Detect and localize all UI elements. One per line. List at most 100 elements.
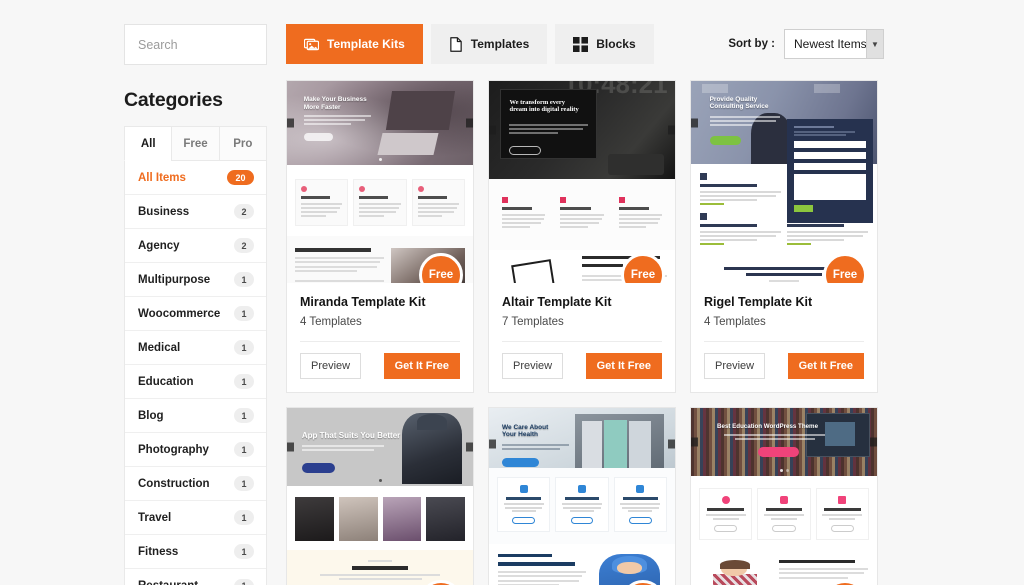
category-count: 1 xyxy=(234,374,254,389)
divider xyxy=(502,341,662,342)
sort-select-value: Newest Items xyxy=(794,37,867,51)
thumb-prev-arrow xyxy=(691,437,698,447)
category-label: Construction xyxy=(138,477,210,490)
category-label: Agency xyxy=(138,239,180,252)
card-thumbnail[interactable]: Make Your Business More Faster Free xyxy=(287,81,473,283)
thumb-hero: Best Education WordPress Theme xyxy=(691,408,877,476)
filter-tab-group: All Free Pro xyxy=(124,126,267,161)
thumb-hero-heading: Provide Quality Consulting Service xyxy=(709,95,769,111)
thumb-prev-arrow xyxy=(489,125,496,135)
search-box[interactable] xyxy=(124,24,315,65)
divider xyxy=(300,341,460,342)
thumb-prev-arrow xyxy=(287,118,294,128)
category-count: 1 xyxy=(234,476,254,491)
tab-blocks[interactable]: Blocks xyxy=(555,24,654,64)
category-count: 20 xyxy=(227,170,254,185)
get-it-free-button[interactable]: Get It Free xyxy=(585,353,662,379)
template-kit-card[interactable]: Make Your Business More Faster Free Mira… xyxy=(286,80,474,393)
thumb-hero: Make Your Business More Faster xyxy=(287,81,473,165)
thumb-hero: App That Suits You Better xyxy=(287,408,473,486)
category-count: 1 xyxy=(234,578,254,585)
template-library-page: Categories All Free Pro All Items 20 Bus… xyxy=(0,0,1024,585)
sort-control: Sort by : Newest Items ▼ xyxy=(728,24,884,64)
tab-templates-label: Templates xyxy=(470,37,530,51)
image-gallery-icon xyxy=(304,37,319,52)
divider xyxy=(704,341,864,342)
category-item-blog[interactable]: Blog 1 xyxy=(125,399,266,433)
category-label: Education xyxy=(138,375,194,388)
category-label: Restaurant xyxy=(138,580,198,585)
category-item-business[interactable]: Business 2 xyxy=(125,195,266,229)
get-it-free-button[interactable]: Get It Free xyxy=(383,353,460,379)
filter-tab-pro[interactable]: Pro xyxy=(218,126,267,161)
thumb-next-arrow xyxy=(668,439,675,449)
filter-tab-all[interactable]: All xyxy=(124,126,172,161)
category-item-restaurant[interactable]: Restaurant 1 xyxy=(125,569,266,585)
preview-button[interactable]: Preview xyxy=(704,353,766,379)
template-kit-card[interactable]: We Care About Your Health xyxy=(488,407,676,585)
thumb-hero-heading: Make Your Business More Faster xyxy=(303,96,367,111)
category-count: 1 xyxy=(234,306,254,321)
thumb-features xyxy=(489,179,675,250)
thumb-features xyxy=(287,165,473,236)
category-item-photography[interactable]: Photography 1 xyxy=(125,433,266,467)
category-count: 1 xyxy=(234,510,254,525)
card-actions: Preview Get It Free xyxy=(704,353,864,379)
category-label: Woocommerce xyxy=(138,307,221,320)
template-kit-card[interactable]: 10:48:21 We transform every dream into di… xyxy=(488,80,676,393)
category-item-all-items[interactable]: All Items 20 xyxy=(125,161,266,195)
tab-templates[interactable]: Templates xyxy=(430,24,548,64)
card-actions: Preview Get It Free xyxy=(300,353,460,379)
card-thumbnail[interactable]: App That Suits You Better xyxy=(287,408,473,585)
thumb-features xyxy=(691,476,877,552)
category-item-medical[interactable]: Medical 1 xyxy=(125,331,266,365)
template-kit-card[interactable]: Provide Quality Consulting Service Free … xyxy=(690,80,878,393)
filter-tab-free[interactable]: Free xyxy=(171,126,219,161)
template-kit-grid: Make Your Business More Faster Free Mira… xyxy=(286,80,882,585)
card-thumbnail[interactable]: Provide Quality Consulting Service Free xyxy=(691,81,877,283)
category-count: 1 xyxy=(234,272,254,287)
thumb-next-arrow xyxy=(466,442,473,452)
card-template-count: 4 Templates xyxy=(300,316,362,328)
filter-tab-free-label: Free xyxy=(183,137,208,150)
category-label: Photography xyxy=(138,443,209,456)
card-template-count: 4 Templates xyxy=(704,316,766,328)
card-thumbnail[interactable]: 10:48:21 We transform every dream into di… xyxy=(489,81,675,283)
category-item-agency[interactable]: Agency 2 xyxy=(125,229,266,263)
tab-template-kits[interactable]: Template Kits xyxy=(286,24,423,64)
category-item-education[interactable]: Education 1 xyxy=(125,365,266,399)
category-count: 1 xyxy=(234,442,254,457)
category-item-fitness[interactable]: Fitness 1 xyxy=(125,535,266,569)
category-label: Multipurpose xyxy=(138,273,211,286)
template-kit-card[interactable]: Best Education WordPress Theme xyxy=(690,407,878,585)
card-template-count: 7 Templates xyxy=(502,316,564,328)
category-item-woocommerce[interactable]: Woocommerce 1 xyxy=(125,297,266,331)
file-page-icon xyxy=(449,36,463,52)
sort-by-label: Sort by : xyxy=(728,38,775,50)
category-item-construction[interactable]: Construction 1 xyxy=(125,467,266,501)
free-badge-label: Free xyxy=(832,269,858,281)
category-item-multipurpose[interactable]: Multipurpose 1 xyxy=(125,263,266,297)
free-badge-label: Free xyxy=(630,269,656,281)
card-title: Miranda Template Kit xyxy=(300,295,426,309)
search-input[interactable] xyxy=(138,37,299,52)
card-thumbnail[interactable]: Best Education WordPress Theme xyxy=(691,408,877,585)
card-actions: Preview Get It Free xyxy=(502,353,662,379)
card-body: Miranda Template Kit 4 Templates Preview… xyxy=(287,283,473,392)
thumb-hero-heading: Best Education WordPress Theme xyxy=(717,422,819,430)
chevron-down-icon[interactable]: ▼ xyxy=(866,30,883,58)
toolbar: Template Kits Templates Blocks Sort by:… xyxy=(286,24,884,64)
filter-tab-all-label: All xyxy=(140,137,156,150)
template-kit-card[interactable]: App That Suits You Better xyxy=(286,407,474,585)
sort-select[interactable]: Newest Items ▼ xyxy=(784,29,884,59)
preview-button[interactable]: Preview xyxy=(502,353,564,379)
card-title: Rigel Template Kit xyxy=(704,295,813,309)
category-count: 2 xyxy=(234,204,254,219)
card-thumbnail[interactable]: We Care About Your Health xyxy=(489,408,675,585)
thumb-hero-heading: App That Suits You Better xyxy=(301,431,401,441)
category-item-travel[interactable]: Travel 1 xyxy=(125,501,266,535)
get-it-free-button[interactable]: Get It Free xyxy=(787,353,864,379)
category-list: All Items 20 Business 2 Agency 2 Multipu… xyxy=(124,161,267,585)
preview-button[interactable]: Preview xyxy=(300,353,362,379)
page-title: Categories xyxy=(124,89,223,111)
